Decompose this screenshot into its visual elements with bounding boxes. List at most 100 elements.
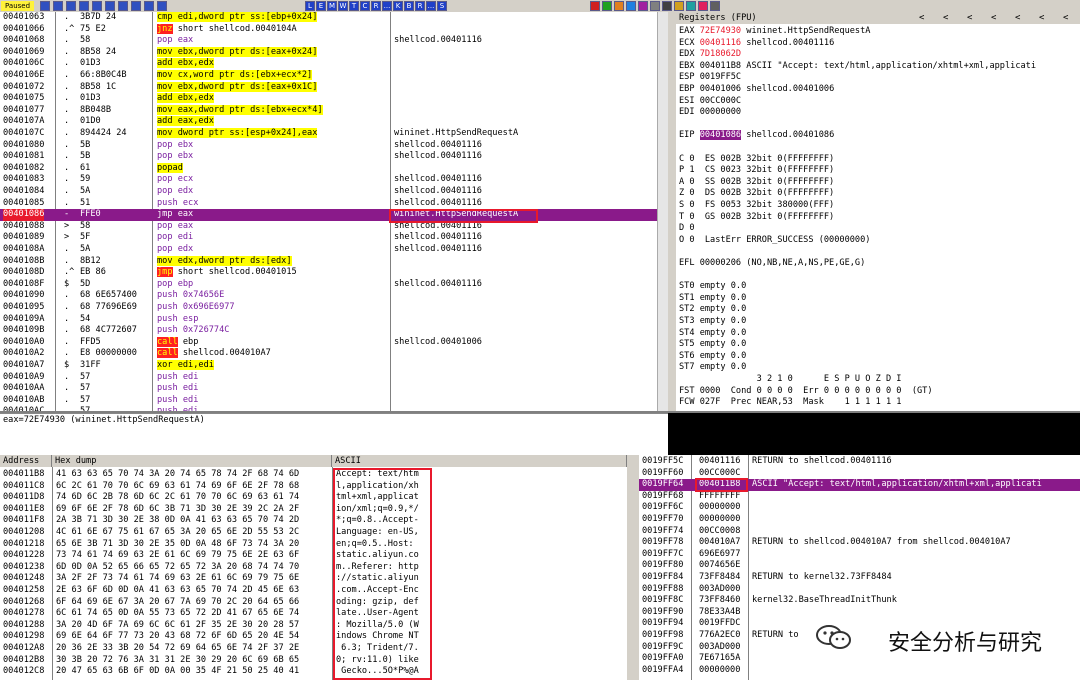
dump-hex[interactable]: 20 36 2E 33 3B 20 54 72 69 64 65 6E 74 2… bbox=[56, 643, 299, 655]
stack-row[interactable]: 0019FF80 0074656E bbox=[639, 560, 1080, 572]
disassembly-row[interactable]: 00401082. 61 popad bbox=[0, 162, 668, 175]
pane-splitter[interactable] bbox=[627, 455, 639, 680]
register-line[interactable]: FST 0000 Cond 0 0 0 0 Err 0 0 0 0 0 0 0 … bbox=[679, 386, 933, 398]
register-line[interactable]: ST3 empty 0.0 bbox=[679, 316, 746, 328]
stack-row[interactable]: 0019FFA4 00000000 bbox=[639, 665, 1080, 677]
toolbar-button[interactable] bbox=[144, 1, 154, 11]
toolbar-button[interactable] bbox=[66, 1, 76, 11]
toolbar-letter-button[interactable]: E bbox=[316, 1, 326, 11]
toolbar-tool-icon[interactable] bbox=[614, 1, 624, 11]
toolbar-letter-button[interactable]: ... bbox=[426, 1, 436, 11]
registers-pane[interactable]: Registers (FPU) < < < < < < < EAX 72E749… bbox=[676, 12, 1080, 411]
stack-row[interactable]: 0019FF90 78E33A4B bbox=[639, 607, 1080, 619]
dump-hex[interactable]: 20 47 65 63 6B 6F 0D 0A 00 35 4F 21 50 2… bbox=[56, 666, 299, 678]
register-line[interactable]: D 0 bbox=[679, 223, 695, 235]
stack-row[interactable]: 0019FF78 004010A7 RETURN to shellcod.00401… bbox=[639, 537, 1080, 549]
nav-left-icon[interactable]: < bbox=[943, 12, 948, 24]
pane-splitter[interactable] bbox=[668, 12, 676, 413]
disassembly-row[interactable]: 004010A7 $31FF xor edi,edi bbox=[0, 360, 668, 372]
register-value[interactable]: 72E74930 bbox=[700, 26, 741, 36]
disassembly-row[interactable]: 00401075. 01D3 add ebx,edx bbox=[0, 93, 668, 105]
disassembly-row[interactable]: 00401081. 5B pop ebx shellcod.00401116 bbox=[0, 151, 668, 163]
dump-hex[interactable]: 41 63 63 65 70 74 3A 20 74 65 78 74 2F 6… bbox=[56, 469, 299, 481]
register-line[interactable]: EBX 004011B8 ASCII "Accept: text/html,ap… bbox=[679, 61, 1036, 73]
nav-left-icon[interactable]: < bbox=[967, 12, 972, 24]
register-value[interactable]: 00401006 bbox=[700, 84, 741, 94]
register-line[interactable]: C 0 ES 002B 32bit 0(FFFFFFFF) bbox=[679, 154, 834, 166]
nav-left-icon[interactable]: < bbox=[1015, 12, 1020, 24]
dump-hex[interactable]: 74 6D 6C 2B 78 6D 6C 2C 61 70 70 6C 69 6… bbox=[56, 492, 299, 504]
register-line[interactable]: FCW 027F Prec NEAR,53 Mask 1 1 1 1 1 1 bbox=[679, 397, 901, 409]
stack-pane[interactable]: 0019FF5C 00401116 RETURN to shellcod.00401… bbox=[639, 455, 1080, 680]
vertical-scrollbar[interactable] bbox=[657, 12, 668, 413]
register-line[interactable]: ST7 empty 0.0 bbox=[679, 362, 746, 374]
stack-row[interactable]: 0019FF68 FFFFFFFF bbox=[639, 491, 1080, 503]
disassembly-row[interactable]: 0040106E. 66:8B0C4B mov cx,word ptr ds:[eb… bbox=[0, 70, 668, 82]
register-line[interactable]: ESI 00CC000C bbox=[679, 96, 741, 108]
toolbar-button[interactable] bbox=[157, 1, 167, 11]
disassembly-row[interactable]: 00401086- FFE0 jmp eax wininet.HttpSendRequ… bbox=[0, 209, 668, 221]
toolbar-button[interactable] bbox=[79, 1, 89, 11]
stack-row[interactable]: 0019FF74 00CC0008 bbox=[639, 526, 1080, 538]
stack-row[interactable]: 0019FF94 0019FFDC bbox=[639, 618, 1080, 630]
stack-row[interactable]: 0019FF70 00000000 bbox=[639, 514, 1080, 526]
register-line[interactable]: O 0 LastErr ERROR_SUCCESS (00000000) bbox=[679, 235, 870, 247]
register-value[interactable]: 00CC000C bbox=[700, 96, 741, 106]
disassembly-row[interactable]: 0040108D .^ EB 86 jmp short shellcod.004010… bbox=[0, 267, 668, 279]
toolbar-letter-button[interactable]: S bbox=[437, 1, 447, 11]
register-line[interactable]: EBP 00401006 shellcod.00401006 bbox=[679, 84, 834, 96]
disassembly-row[interactable]: 00401090. 68 6E657400 push 0x74656E bbox=[0, 290, 668, 302]
register-value[interactable]: 7D18062D bbox=[700, 49, 741, 59]
toolbar-button[interactable] bbox=[40, 1, 50, 11]
toolbar-button[interactable] bbox=[131, 1, 141, 11]
toolbar-letter-button[interactable]: M bbox=[327, 1, 337, 11]
toolbar-letter-button[interactable]: R bbox=[415, 1, 425, 11]
register-line[interactable]: 3 2 1 0 E S P U O Z D I bbox=[679, 374, 902, 386]
dump-hex[interactable]: 6F 64 69 6E 67 3A 20 67 7A 69 70 2C 20 6… bbox=[56, 597, 299, 609]
disassembly-row[interactable]: 0040107A. 01D0 add eax,edx bbox=[0, 116, 668, 128]
dump-hex[interactable]: 4C 61 6E 67 75 61 67 65 3A 20 65 6E 2D 5… bbox=[56, 527, 299, 539]
disassembly-row[interactable]: 00401083. 59 pop ecx shellcod.00401116 bbox=[0, 174, 668, 186]
disassembly-row[interactable]: 00401069. 8B58 24 mov ebx,dword ptr ds:[ea… bbox=[0, 46, 668, 59]
stack-row[interactable]: 0019FF6C 00000000 bbox=[639, 502, 1080, 514]
toolbar-letter-button[interactable]: W bbox=[338, 1, 348, 11]
disassembly-row[interactable]: 0040108B. 8B12 mov edx,dword ptr ds:[edx] bbox=[0, 255, 668, 268]
disassembly-row[interactable]: 0040107C. 894424 24 mov dword ptr ss:[esp+… bbox=[0, 128, 668, 140]
register-line[interactable]: ST5 empty 0.0 bbox=[679, 339, 746, 351]
disassembly-row[interactable]: 00401085. 51 push ecx shellcod.00401116 bbox=[0, 198, 668, 210]
disassembly-row[interactable]: 004010A9. 57 push edi bbox=[0, 372, 668, 384]
toolbar-letter-button[interactable]: ... bbox=[382, 1, 392, 11]
dump-hex[interactable]: 30 3B 20 72 76 3A 31 31 2E 30 29 20 6C 6… bbox=[56, 655, 299, 667]
toolbar-tool-icon[interactable] bbox=[662, 1, 672, 11]
disassembly-row[interactable]: 00401066 .^ 75 E2 jnz short shellcod.004010… bbox=[0, 23, 668, 36]
disassembly-row[interactable]: 00401068. 58 pop eax shellcod.00401116 bbox=[0, 35, 668, 47]
toolbar-letter-button[interactable]: R bbox=[371, 1, 381, 11]
register-line[interactable]: ECX 00401116 shellcod.00401116 bbox=[679, 38, 834, 50]
stack-row[interactable]: 0019FF8C 73FF8460 kernel32.BaseThreadInitT… bbox=[639, 595, 1080, 607]
disassembly-row[interactable]: 00401063. 3B7D 24 cmp edi,dword ptr ss:[eb… bbox=[0, 12, 668, 24]
register-line[interactable]: A 0 SS 002B 32bit 0(FFFFFFFF) bbox=[679, 177, 834, 189]
register-line[interactable]: S 0 FS 0053 32bit 380000(FFF) bbox=[679, 200, 834, 212]
nav-left-icon[interactable]: < bbox=[991, 12, 996, 24]
register-value[interactable]: 00401086 bbox=[699, 130, 742, 141]
disassembly-row[interactable]: 00401088 >58 pop eax shellcod.00401116 bbox=[0, 221, 668, 233]
register-line[interactable]: ST4 empty 0.0 bbox=[679, 328, 746, 340]
register-line[interactable]: EAX 72E74930 wininet.HttpSendRequestA bbox=[679, 26, 870, 38]
register-line[interactable]: Z 0 DS 002B 32bit 0(FFFFFFFF) bbox=[679, 188, 834, 200]
stack-row[interactable]: 0019FF7C 696E6977 bbox=[639, 549, 1080, 561]
dump-header-address[interactable]: Address bbox=[0, 455, 52, 467]
toolbar-tool-icon[interactable] bbox=[710, 1, 720, 11]
toolbar-button[interactable] bbox=[92, 1, 102, 11]
dump-hex[interactable]: 3A 2F 2F 73 74 61 74 69 63 2E 61 6C 69 7… bbox=[56, 573, 299, 585]
toolbar-tool-icon[interactable] bbox=[650, 1, 660, 11]
toolbar-button[interactable] bbox=[118, 1, 128, 11]
nav-left-icon[interactable]: < bbox=[919, 12, 924, 24]
dump-hex[interactable]: 69 6F 6E 2F 78 6D 6C 3B 71 3D 30 2E 39 2… bbox=[56, 504, 299, 516]
register-value[interactable]: 00401116 bbox=[700, 38, 741, 48]
toolbar-tool-icon[interactable] bbox=[590, 1, 600, 11]
register-line[interactable]: ESP 0019FF5C bbox=[679, 72, 741, 84]
dump-header-ascii[interactable]: ASCII bbox=[332, 455, 627, 467]
register-line[interactable]: EDI 00000000 bbox=[679, 107, 741, 119]
register-value[interactable]: 0019FF5C bbox=[700, 72, 741, 82]
nav-left-icon[interactable]: < bbox=[1063, 12, 1068, 24]
